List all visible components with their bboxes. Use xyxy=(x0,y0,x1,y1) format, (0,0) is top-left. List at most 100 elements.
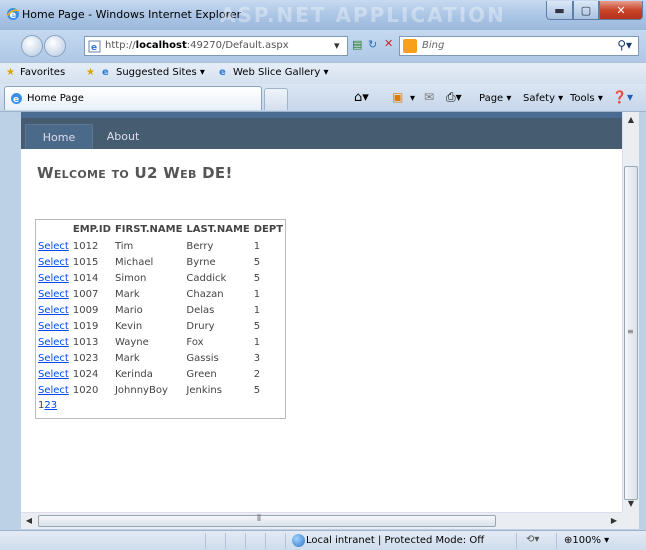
intranet-zone-icon xyxy=(292,534,305,547)
print-icon[interactable]: ⎙▾ xyxy=(446,90,462,105)
web-slice-gallery-link[interactable]: Web Slice Gallery ▾ xyxy=(233,67,329,78)
back-button[interactable] xyxy=(21,35,43,57)
address-url: http://localhost:49270/Default.aspx xyxy=(105,40,289,51)
search-icon[interactable]: ⚲▾ xyxy=(617,38,632,52)
select-row-link[interactable]: Select xyxy=(38,305,69,316)
close-icon: ✕ xyxy=(616,3,626,17)
select-cell: Select xyxy=(36,366,71,382)
mail-icon[interactable]: ✉ xyxy=(424,90,434,104)
vertical-scrollbar[interactable]: ▲ ≡ ▼ xyxy=(622,112,639,512)
close-button[interactable]: ✕ xyxy=(599,1,643,20)
select-cell: Select xyxy=(36,334,71,350)
select-row-link[interactable]: Select xyxy=(38,289,69,300)
select-row-link[interactable]: Select xyxy=(38,369,69,380)
emp-id-cell: 1024 xyxy=(72,368,99,380)
web-slice-icon: e xyxy=(219,67,226,78)
table-row: Select 1013 Wayne Fox 1 xyxy=(36,334,285,350)
suggested-sites-link[interactable]: Suggested Sites ▾ xyxy=(116,67,205,78)
page-menu[interactable]: Page ▾ xyxy=(479,93,511,104)
favorites-bar: ★ Favorites ★ e Suggested Sites ▾ e Web … xyxy=(0,62,646,84)
first-name-cell: Tim xyxy=(114,240,134,252)
column-header-emp-id: EMP.ID xyxy=(72,223,111,235)
feeds-icon[interactable]: ▣ xyxy=(392,90,403,104)
select-row-link[interactable]: Select xyxy=(38,257,69,268)
site-nav-bar: Home About xyxy=(21,118,622,149)
scroll-down-arrow-icon[interactable]: ▼ xyxy=(623,496,639,512)
status-divider xyxy=(265,533,266,549)
employee-grid: EMP.ID FIRST.NAME LAST.NAME DEPT Select 1… xyxy=(35,219,287,419)
title-bar: e Home Page - Windows Internet Explorer … xyxy=(0,0,646,30)
address-dropdown-icon[interactable]: ▾ xyxy=(334,39,340,52)
svg-text:e: e xyxy=(13,95,19,105)
pager-link-page-3[interactable]: 3 xyxy=(51,400,57,411)
select-cell: Select xyxy=(36,350,71,366)
forward-button[interactable] xyxy=(44,35,66,57)
scroll-grip-icon: ⦀ xyxy=(257,514,261,524)
refresh-icon[interactable]: ↻ xyxy=(368,38,377,51)
feeds-dropdown-icon[interactable]: ▾ xyxy=(410,93,415,104)
horizontal-scrollbar[interactable]: ◀ ⦀ ▶ xyxy=(21,512,622,529)
status-divider xyxy=(225,533,226,549)
scroll-right-arrow-icon[interactable]: ▶ xyxy=(606,513,622,529)
favorites-button[interactable]: Favorites xyxy=(20,67,65,78)
emp-id-cell: 1007 xyxy=(72,288,99,300)
window-frame-left xyxy=(0,112,21,530)
column-header-last-name: LAST.NAME xyxy=(186,223,250,235)
table-row: Select 1009 Mario Delas 1 xyxy=(36,302,285,318)
maximize-icon: ▢ xyxy=(580,3,592,17)
last-name-cell: Chazan xyxy=(186,288,224,300)
horizontal-scroll-thumb[interactable]: ⦀ xyxy=(38,514,496,527)
compatibility-view-icon[interactable]: ▤ xyxy=(352,38,362,51)
safety-menu[interactable]: Safety ▾ xyxy=(523,93,563,104)
nav-home-link[interactable]: Home xyxy=(25,124,93,149)
add-favorite-icon[interactable]: ★ xyxy=(86,67,95,78)
zoom-level[interactable]: ⊕100% ▾ xyxy=(564,535,609,546)
dept-cell: 1 xyxy=(253,304,261,316)
search-placeholder: Bing xyxy=(422,40,445,51)
emp-id-cell: 1013 xyxy=(72,336,99,348)
table-row: Select 1019 Kevin Drury 5 xyxy=(36,318,285,334)
svg-text:e: e xyxy=(91,43,97,53)
tab-home-page[interactable]: e Home Page xyxy=(4,86,262,110)
select-row-link[interactable]: Select xyxy=(38,353,69,364)
first-name-cell: Mario xyxy=(114,304,143,316)
status-bar: Local intranet | Protected Mode: Off ⟲▾ … xyxy=(0,530,646,550)
scroll-up-arrow-icon[interactable]: ▲ xyxy=(623,112,639,128)
search-box[interactable]: Bing ⚲▾ xyxy=(399,36,639,56)
status-divider xyxy=(285,533,286,549)
page-icon: e xyxy=(88,40,101,53)
protected-mode-icon[interactable]: ⟲▾ xyxy=(526,534,539,545)
select-cell: Select xyxy=(36,302,71,318)
scroll-left-arrow-icon[interactable]: ◀ xyxy=(21,513,37,529)
maximize-button[interactable]: ▢ xyxy=(573,1,599,20)
select-cell: Select xyxy=(36,254,71,270)
nav-about-link[interactable]: About xyxy=(93,124,153,149)
stop-icon[interactable]: ✕ xyxy=(384,37,393,50)
new-tab-button[interactable] xyxy=(264,88,288,110)
home-icon[interactable]: ⌂▾ xyxy=(354,90,369,105)
help-icon[interactable]: ❓▾ xyxy=(612,90,633,104)
address-bar[interactable]: e http://localhost:49270/Default.aspx xyxy=(84,36,348,56)
tools-menu[interactable]: Tools ▾ xyxy=(570,93,603,104)
table-row: Select 1020 JohnnyBoy Jenkins 5 xyxy=(36,382,285,398)
select-row-link[interactable]: Select xyxy=(38,321,69,332)
tab-strip: e Home Page ⌂▾ ▣ ▾ ✉ ⎙▾ Page ▾ Safety ▾ … xyxy=(0,84,646,112)
select-row-link[interactable]: Select xyxy=(38,385,69,396)
dept-cell: 5 xyxy=(253,256,261,268)
dept-cell: 1 xyxy=(253,240,261,252)
select-row-link[interactable]: Select xyxy=(38,337,69,348)
dept-cell: 5 xyxy=(253,272,261,284)
dept-cell: 2 xyxy=(253,368,261,380)
minimize-button[interactable]: ▬ xyxy=(546,1,573,20)
select-cell: Select xyxy=(36,318,71,334)
select-row-link[interactable]: Select xyxy=(38,273,69,284)
select-row-link[interactable]: Select xyxy=(38,241,69,252)
emp-id-cell: 1012 xyxy=(72,240,99,252)
security-zone-text[interactable]: Local intranet | Protected Mode: Off xyxy=(306,535,484,546)
first-name-cell: JohnnyBoy xyxy=(114,384,168,396)
vertical-scroll-thumb[interactable]: ≡ xyxy=(624,166,638,500)
grid-pager: 123 xyxy=(36,398,285,418)
dept-cell: 5 xyxy=(253,320,261,332)
table-row: Select 1014 Simon Caddick 5 xyxy=(36,270,285,286)
first-name-cell: Wayne xyxy=(114,336,149,348)
